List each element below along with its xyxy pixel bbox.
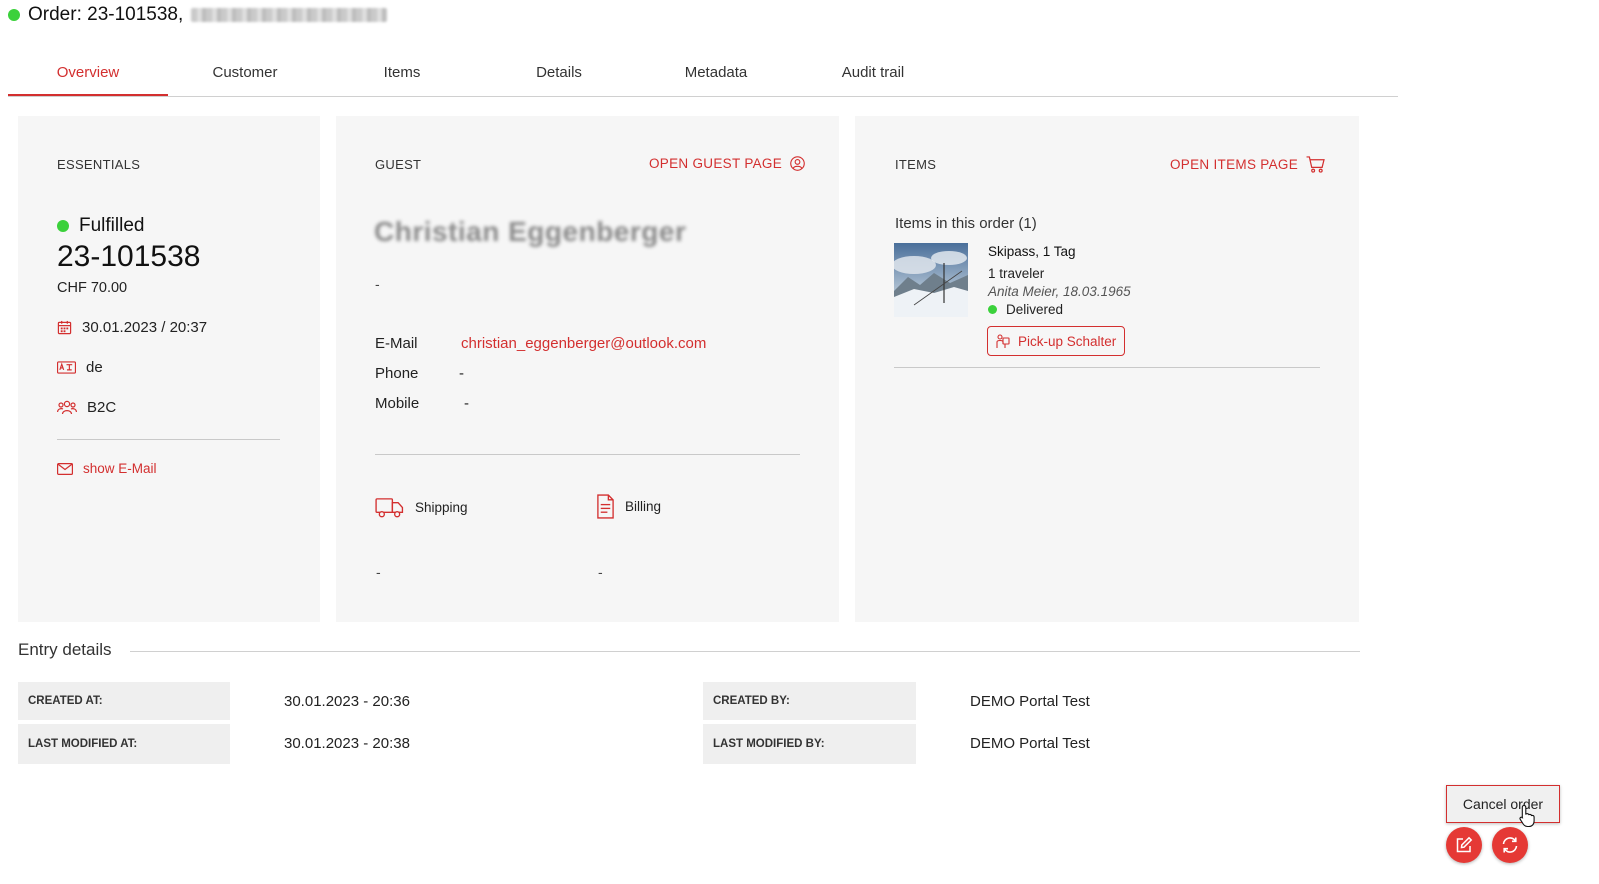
phone-label: Phone — [375, 365, 419, 382]
status-text: Fulfilled — [79, 215, 145, 236]
created-at-value: 30.01.2023 - 20:36 — [284, 693, 410, 710]
open-guest-page-button[interactable]: OPEN GUEST PAGE — [649, 156, 805, 171]
item-status-text: Delivered — [1006, 302, 1064, 317]
item-travelers: 1 traveler — [988, 266, 1045, 281]
mobile-value: - — [464, 395, 469, 412]
guest-subline: - — [375, 276, 380, 292]
phone-row: Phone - — [375, 365, 464, 382]
items-card: ITEMS OPEN ITEMS PAGE Items in this orde… — [855, 116, 1359, 622]
phone-value: - — [459, 365, 464, 382]
users-group-icon — [57, 400, 77, 415]
created-by-label: CREATED BY: — [703, 682, 916, 720]
last-modified-by-label: LAST MODIFIED BY: — [703, 724, 916, 764]
guest-divider — [375, 454, 800, 455]
last-modified-by-value: DEMO Portal Test — [970, 735, 1090, 752]
order-date: 30.01.2023 / 20:37 — [82, 319, 208, 336]
essentials-divider — [57, 439, 280, 440]
created-by-value: DEMO Portal Test — [970, 693, 1090, 710]
entry-details-title: Entry details — [18, 640, 112, 659]
status-indicator-icon — [8, 9, 20, 21]
sync-icon — [1500, 835, 1520, 855]
email-row: E-Mail christian_eggenberger@outlook.com — [375, 335, 706, 352]
created-at-label: CREATED AT: — [18, 682, 230, 720]
guest-label: GUEST — [375, 157, 422, 172]
shipping-value: - — [376, 564, 381, 580]
guest-name: Christian Eggenberger — [374, 216, 687, 247]
tab-details[interactable]: Details — [479, 56, 639, 96]
shipping-label: Shipping — [415, 500, 468, 515]
language-icon — [57, 361, 76, 374]
customer-name-redacted — [191, 8, 388, 22]
edit-icon — [1455, 836, 1473, 854]
items-divider — [894, 367, 1320, 368]
pickup-button-label: Pick-up Schalter — [1018, 333, 1117, 349]
language-row: de — [57, 359, 103, 376]
order-amount: CHF 70.00 — [57, 280, 128, 296]
item-status: Delivered — [988, 302, 1063, 317]
tab-bar: Overview Customer Items Details Metadata… — [8, 56, 1398, 97]
billing-label: Billing — [625, 499, 662, 514]
edit-fab-button[interactable] — [1446, 827, 1482, 863]
language-value: de — [86, 359, 103, 376]
page-title: Order: 23-101538, — [28, 4, 184, 25]
shipping-header: Shipping — [375, 496, 468, 519]
last-modified-at-label: LAST MODIFIED AT: — [18, 724, 230, 764]
cancel-order-button[interactable]: Cancel order — [1446, 785, 1560, 823]
status-dot-icon — [57, 220, 69, 232]
calendar-icon — [57, 320, 72, 335]
items-label: ITEMS — [895, 157, 937, 172]
order-number: 23-101538 — [57, 240, 201, 273]
item-thumbnail[interactable] — [894, 243, 968, 317]
tab-customer[interactable]: Customer — [165, 56, 325, 96]
essentials-label: ESSENTIALS — [57, 157, 141, 172]
email-link[interactable]: christian_eggenberger@outlook.com — [461, 335, 706, 352]
billing-value: - — [598, 564, 603, 580]
pickup-counter-icon — [996, 333, 1010, 349]
order-date-row: 30.01.2023 / 20:37 — [57, 319, 207, 336]
segment-value: B2C — [87, 399, 117, 416]
show-email-link[interactable]: show E-Mail — [57, 461, 157, 476]
mobile-label: Mobile — [375, 395, 420, 412]
guest-card: GUEST OPEN GUEST PAGE Christian Eggenber… — [336, 116, 839, 622]
user-circle-icon — [790, 156, 805, 171]
essentials-card: ESSENTIALS Fulfilled 23-101538 CHF 70.00… — [18, 116, 320, 622]
tab-audit-trail[interactable]: Audit trail — [793, 56, 953, 96]
tab-metadata[interactable]: Metadata — [636, 56, 796, 96]
mail-icon — [57, 462, 73, 475]
invoice-icon — [596, 494, 615, 519]
order-status: Fulfilled — [57, 215, 144, 237]
email-label: E-Mail — [375, 335, 418, 352]
open-items-page-button[interactable]: OPEN ITEMS PAGE — [1170, 156, 1325, 173]
order-header: Order: 23-101538, — [8, 4, 388, 26]
last-modified-at-value: 30.01.2023 - 20:38 — [284, 735, 410, 752]
segment-row: B2C — [57, 399, 116, 416]
mobile-row: Mobile - — [375, 395, 469, 412]
tab-overview[interactable]: Overview — [8, 56, 168, 96]
pickup-button[interactable]: Pick-up Schalter — [987, 326, 1126, 356]
entry-details-line — [130, 651, 1360, 652]
item-traveler-detail: Anita Meier, 18.03.1965 — [988, 284, 1131, 299]
truck-icon — [375, 496, 404, 519]
items-count: Items in this order (1) — [895, 215, 1037, 232]
billing-header: Billing — [596, 494, 661, 519]
item-name: Skipass, 1 Tag — [988, 244, 1076, 259]
open-items-page-label: OPEN ITEMS PAGE — [1170, 157, 1299, 172]
show-email-label: show E-Mail — [83, 461, 157, 476]
delivered-dot-icon — [988, 305, 997, 314]
open-guest-page-label: OPEN GUEST PAGE — [649, 156, 783, 171]
tab-items[interactable]: Items — [322, 56, 482, 96]
cart-icon — [1306, 156, 1325, 173]
mouse-cursor-icon — [1518, 804, 1538, 833]
